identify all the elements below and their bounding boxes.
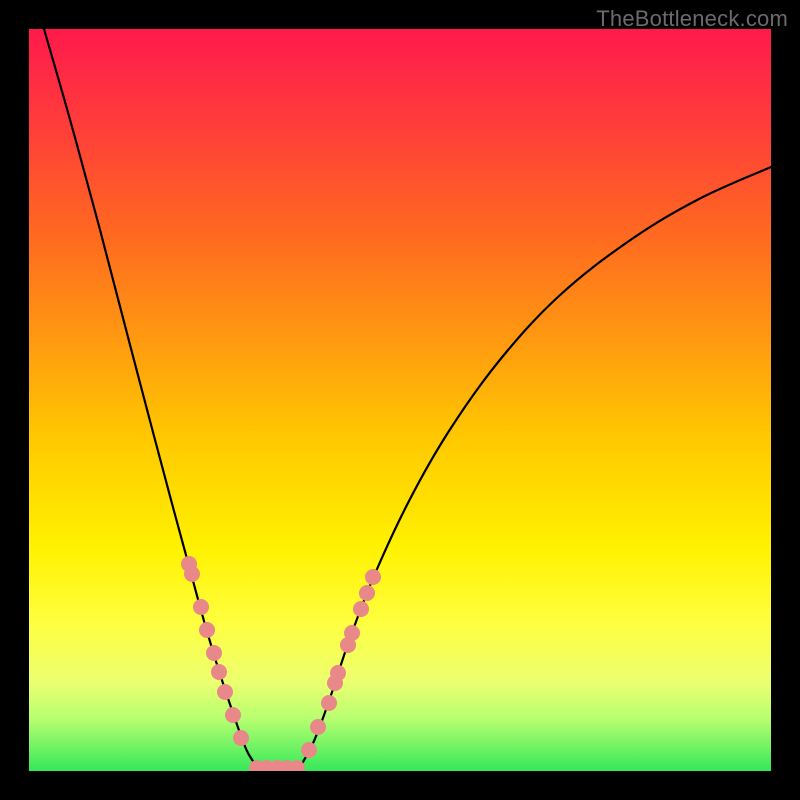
scatter-dot <box>225 707 241 723</box>
scatter-dots <box>181 556 381 771</box>
bottleneck-curve <box>44 29 771 769</box>
scatter-dot <box>365 569 381 585</box>
scatter-dot <box>330 665 346 681</box>
scatter-dot <box>211 664 227 680</box>
curve-right-branch <box>299 167 771 769</box>
scatter-dot <box>199 622 215 638</box>
scatter-dot <box>233 730 249 746</box>
scatter-dot <box>321 695 337 711</box>
plot-area <box>29 29 771 771</box>
chart-frame: TheBottleneck.com <box>0 0 800 800</box>
scatter-dot <box>206 645 222 661</box>
scatter-dot <box>359 585 375 601</box>
scatter-dot <box>193 599 209 615</box>
scatter-dot <box>344 625 360 641</box>
curve-layer <box>29 29 771 771</box>
scatter-dot <box>310 719 326 735</box>
scatter-dot <box>184 566 200 582</box>
curve-left-branch <box>44 29 259 769</box>
scatter-dot <box>301 742 317 758</box>
scatter-dot <box>217 684 233 700</box>
scatter-dot <box>353 601 369 617</box>
